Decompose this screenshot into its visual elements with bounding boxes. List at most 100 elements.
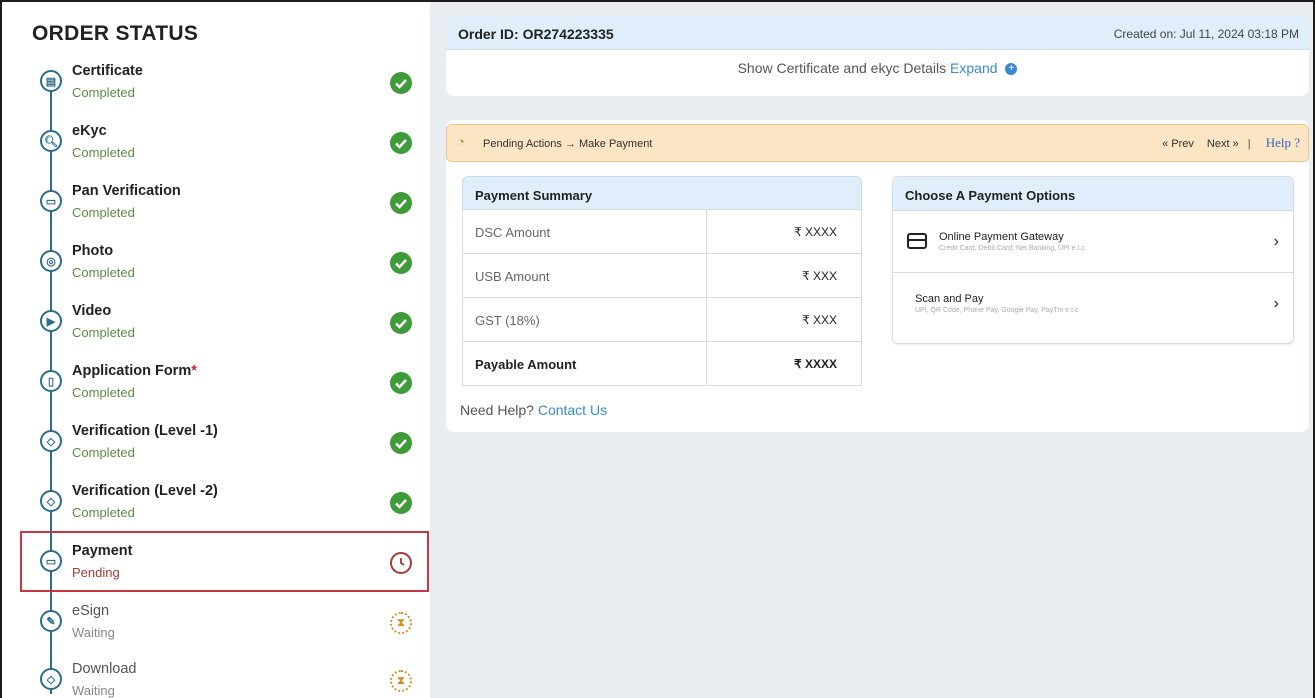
step-pan-verification[interactable]: ▭ Pan Verification Completed	[20, 180, 428, 236]
options-title: Choose A Payment Options	[893, 177, 1293, 211]
order-card: Order ID: OR274223335 Created on: Jul 11…	[446, 16, 1309, 96]
card-icon: ▭	[40, 550, 62, 572]
summary-title: Payment Summary	[462, 176, 862, 210]
check-icon	[390, 72, 412, 94]
step-navigation: « Prev Next » | Help ?	[1162, 135, 1300, 151]
check-icon	[390, 432, 412, 454]
step-status: Completed	[72, 385, 135, 400]
chevron-right-icon: ›	[1273, 295, 1279, 312]
order-header: Order ID: OR274223335 Created on: Jul 11…	[446, 16, 1309, 50]
step-status: Completed	[72, 85, 135, 100]
check-icon	[390, 192, 412, 214]
step-name: eKyc	[72, 123, 107, 139]
step-download[interactable]: ◇ Download Waiting ⧗	[20, 658, 428, 698]
required-mark: *	[191, 363, 197, 379]
expand-row: Show Certificate and ekyc Details Expand…	[446, 60, 1309, 76]
step-name: Certificate	[72, 63, 143, 79]
row-value: ₹ XXX	[802, 313, 837, 327]
step-name: Download	[72, 661, 137, 677]
option-subtitle: Credit Card, Debit Card, Net Banking, UP…	[939, 245, 1085, 252]
option-subtitle: UPI, QR Code, Phone Pay, Google Pay, Pay…	[915, 307, 1079, 314]
sidebar-title: ORDER STATUS	[32, 22, 199, 45]
step-esign[interactable]: ✎ eSign Waiting ⧗	[20, 600, 428, 656]
step-photo[interactable]: ◎ Photo Completed	[20, 240, 428, 296]
check-icon	[390, 252, 412, 274]
step-certificate[interactable]: ▤ Certificate Completed	[20, 60, 428, 116]
shield-icon: ◇	[40, 490, 62, 512]
step-name: eSign	[72, 603, 110, 619]
video-icon: ▶	[40, 310, 62, 332]
card-icon: ▭	[40, 190, 62, 212]
step-payment[interactable]: ▭ Payment Pending	[20, 540, 428, 596]
pending-actions-bar: ◔ Pending Actions → Make Payment « Prev …	[446, 124, 1309, 162]
check-icon	[390, 312, 412, 334]
expand-link[interactable]: Expand	[950, 60, 997, 76]
step-status: Waiting	[72, 683, 115, 698]
option-scan-and-pay[interactable]: Scan and Pay UPI, QR Code, Phone Pay, Go…	[893, 273, 1293, 335]
credit-card-icon	[907, 233, 927, 249]
step-name: Verification (Level -1)	[72, 423, 218, 439]
pending-actions-text: Pending Actions → Make Payment	[483, 138, 653, 150]
step-status: Completed	[72, 445, 135, 460]
row-value: ₹ XXXX	[794, 357, 837, 371]
summary-row: DSC Amount ₹ XXXX	[462, 210, 862, 254]
row-label: Payable Amount	[463, 342, 707, 385]
step-name: Application Form*	[72, 363, 197, 379]
step-status: Completed	[72, 145, 135, 160]
contact-us-link[interactable]: Contact Us	[538, 402, 607, 418]
summary-row: USB Amount ₹ XXX	[462, 254, 862, 298]
step-status: Completed	[72, 205, 135, 220]
prev-button[interactable]: « Prev	[1162, 138, 1194, 150]
option-title: Online Payment Gateway	[939, 231, 1064, 243]
chevron-right-icon: ›	[1273, 233, 1279, 250]
pen-icon: ✎	[40, 610, 62, 632]
step-status: Completed	[72, 325, 135, 340]
step-application-form[interactable]: ▯ Application Form* Completed	[20, 360, 428, 416]
row-label: USB Amount	[463, 254, 707, 297]
option-title: Scan and Pay	[915, 293, 984, 305]
row-value: ₹ XXX	[802, 269, 837, 283]
payment-summary: Payment Summary DSC Amount ₹ XXXX USB Am…	[462, 176, 862, 386]
hourglass-icon: ⧗	[390, 612, 412, 634]
step-name: Verification (Level -2)	[72, 483, 218, 499]
step-name: Payment	[72, 543, 133, 559]
expand-plus-icon[interactable]: +	[1005, 63, 1018, 76]
check-icon	[390, 492, 412, 514]
need-help: Need Help? Contact Us	[460, 402, 607, 418]
order-status-sidebar: ORDER STATUS ▤ Certificate Completed 🔍︎ …	[2, 2, 430, 698]
payment-options: Choose A Payment Options Online Payment …	[892, 176, 1294, 344]
next-button[interactable]: Next »	[1207, 138, 1239, 150]
step-video[interactable]: ▶ Video Completed	[20, 300, 428, 356]
nav-separator: |	[1247, 138, 1251, 150]
row-label: DSC Amount	[463, 210, 707, 253]
document-icon: ▯	[40, 370, 62, 392]
summary-row: GST (18%) ₹ XXX	[462, 298, 862, 342]
step-verification-level-2[interactable]: ◇ Verification (Level -2) Completed	[20, 480, 428, 536]
check-icon	[390, 132, 412, 154]
row-value: ₹ XXXX	[794, 225, 837, 239]
shield-icon: ◇	[40, 668, 62, 690]
certificate-icon: ▤	[40, 70, 62, 92]
option-online-gateway[interactable]: Online Payment Gateway Credit Card, Debi…	[893, 211, 1293, 273]
clock-icon	[390, 552, 412, 574]
help-link[interactable]: Help ?	[1266, 135, 1300, 150]
hourglass-icon: ⧗	[390, 670, 412, 692]
row-label: GST (18%)	[463, 298, 707, 341]
summary-row-total: Payable Amount ₹ XXXX	[462, 342, 862, 386]
need-help-text: Need Help?	[460, 402, 534, 418]
check-icon	[390, 372, 412, 394]
shield-icon: ◇	[40, 430, 62, 452]
step-status: Pending	[72, 565, 120, 580]
photo-icon: ◎	[40, 250, 62, 272]
step-status: Waiting	[72, 625, 115, 640]
step-status: Completed	[72, 505, 135, 520]
payment-card: ◔ Pending Actions → Make Payment « Prev …	[446, 120, 1309, 432]
step-name: Video	[72, 303, 112, 319]
created-date: Created on: Jul 11, 2024 03:18 PM	[1113, 27, 1299, 41]
step-ekyc[interactable]: 🔍︎ eKyc Completed	[20, 120, 428, 176]
search-icon: 🔍︎	[40, 130, 62, 152]
pending-icon: ◔	[457, 134, 465, 149]
step-verification-level-1[interactable]: ◇ Verification (Level -1) Completed	[20, 420, 428, 476]
step-status: Completed	[72, 265, 135, 280]
expand-text: Show Certificate and ekyc Details	[737, 60, 947, 76]
